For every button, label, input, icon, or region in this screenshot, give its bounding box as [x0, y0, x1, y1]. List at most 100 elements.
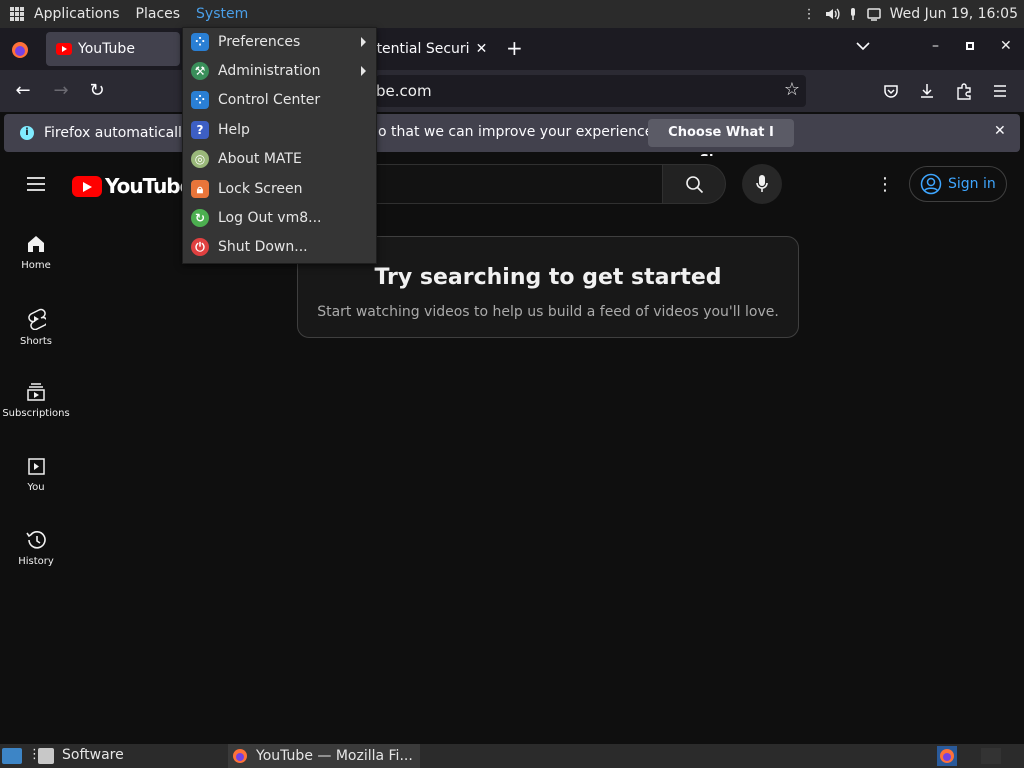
sign-in-button[interactable]: Sign in — [909, 166, 1007, 202]
menu-item-label: Control Center — [218, 92, 321, 108]
tab-title: YouTube — [78, 41, 135, 57]
software-icon — [38, 748, 54, 764]
bookmark-star-icon[interactable]: ☆ — [784, 79, 800, 100]
tab-title: otential Securi — [368, 41, 470, 57]
search-input[interactable] — [376, 164, 663, 204]
logout-icon: ↻ — [191, 209, 209, 227]
shorts-icon — [28, 308, 46, 330]
url-bar[interactable]: be.com ☆ — [376, 75, 806, 107]
close-icon[interactable]: ✕ — [476, 41, 488, 57]
volume-icon[interactable] — [824, 6, 840, 22]
tab-security-warning[interactable]: otential Securi ✕ — [368, 32, 488, 66]
account-icon — [920, 173, 942, 195]
firefox-icon[interactable] — [10, 40, 30, 60]
preferences-icon: ⁘ — [191, 33, 209, 51]
close-window-icon[interactable]: ✕ — [1000, 38, 1012, 54]
choose-what-i-share-button[interactable]: Choose What I Share — [648, 119, 794, 168]
hamburger-icon[interactable] — [26, 176, 46, 192]
hamburger-menu-icon[interactable] — [992, 84, 1008, 98]
back-icon[interactable]: ← — [10, 78, 36, 104]
workspace-firefox-icon[interactable] — [937, 746, 957, 766]
maximize-icon[interactable] — [966, 42, 974, 50]
show-desktop-icon[interactable] — [2, 748, 22, 764]
sidebar-label: You — [27, 482, 45, 493]
forward-icon[interactable]: → — [48, 78, 74, 104]
menu-item-log-out[interactable]: ↻ Log Out vm8... — [183, 204, 376, 232]
administration-icon: ⚒ — [191, 62, 209, 80]
places-menu[interactable]: Places — [136, 6, 181, 22]
more-options-icon[interactable]: ⋮ — [876, 174, 894, 195]
power-icon: ⏻ — [191, 238, 209, 256]
submenu-arrow-icon — [361, 37, 366, 47]
menu-item-label: Help — [218, 122, 250, 138]
reload-icon[interactable]: ↻ — [84, 78, 110, 104]
menu-dots-icon[interactable]: ⋮ — [803, 7, 816, 22]
lock-icon: 🔒︎ — [191, 180, 209, 198]
sidebar-item-home[interactable]: Home — [0, 234, 72, 271]
home-icon — [28, 236, 44, 252]
menu-item-lock-screen[interactable]: 🔒︎ Lock Screen — [183, 175, 376, 203]
sidebar-label: History — [18, 556, 54, 567]
sidebar-item-history[interactable]: History — [0, 530, 72, 567]
system-dropdown-menu: ⁘ Preferences ⚒ Administration ⁘ Control… — [182, 27, 377, 264]
youtube-favicon-icon — [56, 43, 72, 55]
youtube-page: YouTube ⋮ Sign in Home Shorts Subscripti… — [0, 156, 1024, 744]
top-panel: Applications Places System ⋮ Wed Jun 19,… — [0, 0, 1024, 28]
sidebar-label: Subscriptions — [2, 408, 70, 419]
menu-item-label: Shut Down... — [218, 239, 308, 255]
menu-item-shut-down[interactable]: ⏻ Shut Down... — [183, 233, 376, 261]
menu-item-label: About MATE — [218, 151, 302, 167]
workspace-2[interactable] — [981, 748, 1001, 764]
subscriptions-icon — [27, 383, 45, 401]
sign-in-label: Sign in — [948, 176, 996, 192]
apps-grid-icon[interactable] — [10, 7, 24, 21]
extensions-icon[interactable] — [955, 82, 973, 100]
close-notification-icon[interactable]: ✕ — [994, 123, 1006, 139]
system-tray: ⋮ Wed Jun 19, 16:05 — [803, 0, 1018, 28]
voice-search-button[interactable] — [742, 164, 782, 204]
system-menu[interactable]: System — [196, 6, 248, 22]
menu-item-label: Preferences — [218, 34, 301, 50]
tab-strip: YouTube otential Securi ✕ + – ✕ — [0, 28, 1024, 70]
control-center-icon: ⁘ — [191, 91, 209, 109]
downloads-icon[interactable] — [919, 82, 935, 100]
menu-item-help[interactable]: ? Help — [183, 116, 376, 144]
history-icon — [26, 531, 46, 549]
menu-item-preferences[interactable]: ⁘ Preferences — [183, 28, 376, 56]
url-text: be.com — [376, 82, 432, 100]
sidebar-label: Home — [21, 260, 51, 271]
youtube-logo[interactable]: YouTube — [72, 174, 193, 198]
applications-menu[interactable]: Applications — [34, 6, 120, 22]
menu-item-administration[interactable]: ⚒ Administration — [183, 57, 376, 85]
sidebar-item-you[interactable]: You — [0, 456, 72, 493]
youtube-play-icon — [72, 175, 102, 197]
display-icon[interactable] — [866, 6, 882, 22]
nav-bar: ← → ↻ be.com ☆ — [0, 70, 1024, 112]
bottom-panel: ⋮ Software YouTube — Mozilla Fi... — [0, 744, 1024, 768]
taskbar-item-label: YouTube — Mozilla Fi... — [256, 748, 413, 764]
menu-item-control-center[interactable]: ⁘ Control Center — [183, 86, 376, 114]
sidebar-item-subscriptions[interactable]: Subscriptions — [0, 382, 72, 419]
new-tab-icon[interactable]: + — [506, 36, 523, 60]
info-icon: i — [20, 126, 34, 140]
notification-text-left: Firefox automatically — [44, 125, 191, 141]
pocket-icon[interactable] — [883, 83, 899, 99]
software-launcher[interactable]: Software — [62, 747, 124, 763]
menu-item-label: Lock Screen — [218, 181, 303, 197]
minimize-icon[interactable]: – — [932, 38, 939, 54]
menu-item-label: Administration — [218, 63, 321, 79]
chevron-down-icon[interactable] — [856, 41, 870, 51]
menu-item-about-mate[interactable]: ◎ About MATE — [183, 145, 376, 173]
clock[interactable]: Wed Jun 19, 16:05 — [890, 6, 1018, 22]
microphone-icon[interactable] — [848, 6, 858, 22]
youtube-logo-text: YouTube — [105, 174, 193, 198]
empty-feed-title: Try searching to get started — [374, 265, 722, 290]
firefox-icon — [233, 749, 247, 763]
telemetry-notification: i Firefox automatically o that we can im… — [4, 114, 1020, 168]
tab-youtube[interactable]: YouTube — [46, 32, 180, 66]
empty-feed-subtitle: Start watching videos to help us build a… — [317, 304, 779, 320]
search-button[interactable] — [662, 164, 726, 204]
you-icon — [28, 458, 45, 475]
sidebar-item-shorts[interactable]: Shorts — [0, 308, 72, 347]
taskbar-item-firefox[interactable]: YouTube — Mozilla Fi... — [228, 744, 420, 768]
